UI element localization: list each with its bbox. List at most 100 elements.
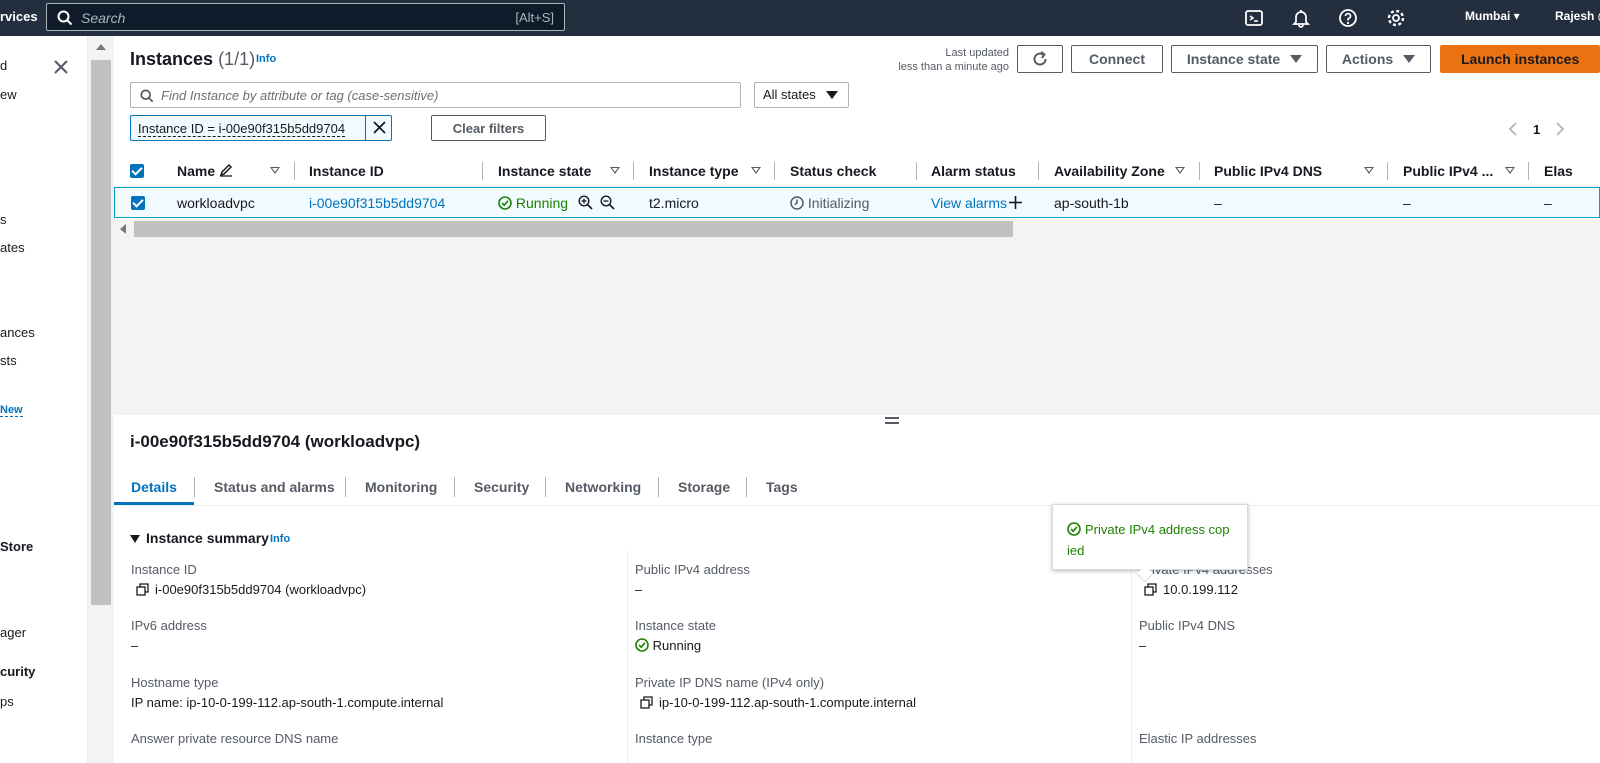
column-header-availability-zone[interactable]: Availability Zone bbox=[1054, 163, 1165, 179]
actions-button[interactable]: Actions bbox=[1326, 45, 1431, 73]
column-header-status-check[interactable]: Status check bbox=[790, 163, 876, 179]
last-updated: Last updated less than a minute ago bbox=[898, 47, 1009, 73]
search-icon bbox=[57, 10, 73, 26]
cell-availability-zone: ap-south-1b bbox=[1054, 195, 1129, 211]
chevron-down-icon bbox=[826, 91, 838, 99]
filter-token-label[interactable]: Instance ID = i-00e90f315b5dd9704 bbox=[138, 121, 346, 137]
split-pane-handle[interactable] bbox=[885, 417, 899, 427]
tab-security[interactable]: Security bbox=[474, 479, 529, 495]
instances-info-link[interactable]: Info bbox=[256, 53, 276, 65]
sort-icon[interactable] bbox=[1364, 167, 1374, 174]
instance-summary-toggle[interactable]: Instance summary bbox=[130, 530, 269, 546]
sidebar-section[interactable]: Store bbox=[0, 539, 33, 554]
page-number[interactable]: 1 bbox=[1533, 122, 1540, 137]
sort-icon[interactable] bbox=[1505, 167, 1515, 174]
cell-name: workloadvpc bbox=[177, 195, 255, 211]
sort-icon[interactable] bbox=[1175, 167, 1185, 174]
tab-tags[interactable]: Tags bbox=[766, 479, 798, 495]
scroll-up-icon[interactable] bbox=[96, 44, 106, 50]
vertical-scrollbar[interactable] bbox=[88, 36, 114, 763]
table-row[interactable]: workloadvpc i-00e90f315b5dd9704 Running … bbox=[114, 187, 1600, 218]
clear-filters-button[interactable]: Clear filters bbox=[431, 115, 546, 141]
field-value-private-dns: ip-10-0-199-112.ap-south-1.compute.inter… bbox=[640, 695, 916, 710]
sort-icon[interactable] bbox=[270, 167, 280, 174]
field-label: Instance type bbox=[635, 731, 713, 746]
table-header: Name Instance ID Instance state Instance… bbox=[114, 155, 1600, 187]
search-placeholder: Search bbox=[81, 10, 126, 26]
chevron-right-icon[interactable] bbox=[1554, 122, 1566, 136]
chevron-left-icon[interactable] bbox=[1507, 122, 1519, 136]
sidebar-item[interactable]: ates bbox=[0, 240, 25, 255]
sort-icon[interactable] bbox=[751, 167, 761, 174]
filter-token: Instance ID = i-00e90f315b5dd9704 bbox=[130, 115, 392, 141]
sidebar-item[interactable]: ager bbox=[0, 625, 26, 640]
scroll-left-icon[interactable] bbox=[120, 224, 126, 234]
horizontal-scrollbar[interactable] bbox=[114, 219, 1600, 239]
tab-networking[interactable]: Networking bbox=[565, 479, 641, 495]
column-header-public-dns[interactable]: Public IPv4 DNS bbox=[1214, 163, 1322, 179]
close-icon[interactable] bbox=[52, 58, 70, 76]
field-label: Public IPv4 address bbox=[635, 562, 750, 577]
scrollbar-thumb[interactable] bbox=[134, 221, 1013, 237]
sort-icon[interactable] bbox=[610, 167, 620, 174]
view-alarms-link[interactable]: View alarms bbox=[931, 195, 1007, 211]
user-menu[interactable]: Rajesh @ bbox=[1555, 9, 1600, 23]
column-header-alarm-status[interactable]: Alarm status bbox=[931, 163, 1016, 179]
column-header-instance-state[interactable]: Instance state bbox=[498, 163, 591, 179]
check-circle-icon bbox=[498, 196, 512, 210]
select-all-checkbox[interactable] bbox=[130, 164, 144, 178]
tab-monitoring[interactable]: Monitoring bbox=[365, 479, 437, 495]
row-checkbox[interactable] bbox=[131, 196, 145, 210]
instance-state-button[interactable]: Instance state bbox=[1171, 45, 1318, 73]
field-label: Instance state bbox=[635, 618, 716, 633]
remove-filter-button[interactable] bbox=[365, 116, 392, 140]
active-tab-indicator bbox=[114, 502, 194, 505]
cloudshell-icon[interactable] bbox=[1244, 8, 1264, 28]
sidebar-item[interactable]: ances bbox=[0, 325, 35, 340]
table-empty-area bbox=[114, 239, 1600, 415]
help-icon[interactable] bbox=[1338, 8, 1358, 28]
sidebar-item[interactable]: ps bbox=[0, 694, 14, 709]
sidebar-item[interactable]: d bbox=[0, 58, 7, 73]
zoom-out-icon[interactable] bbox=[600, 195, 615, 210]
refresh-button[interactable] bbox=[1017, 45, 1063, 73]
sidebar-section[interactable]: curity bbox=[0, 664, 35, 679]
column-header-public-ipv4[interactable]: Public IPv4 ... bbox=[1403, 163, 1493, 179]
chevron-down-icon bbox=[1403, 55, 1416, 63]
state-filter-select[interactable]: All states bbox=[754, 82, 849, 108]
instance-search-input[interactable]: Find Instance by attribute or tag (case-… bbox=[130, 82, 741, 108]
connect-button[interactable]: Connect bbox=[1071, 45, 1163, 73]
tab-status-and-alarms[interactable]: Status and alarms bbox=[214, 479, 335, 495]
field-label: Answer private resource DNS name bbox=[131, 731, 339, 746]
cell-instance-id-link[interactable]: i-00e90f315b5dd9704 bbox=[309, 195, 445, 211]
column-header-elastic-ip[interactable]: Elas bbox=[1544, 163, 1573, 179]
detail-tabs: Details Status and alarms Monitoring Sec… bbox=[114, 470, 1600, 506]
sidebar-new-badge[interactable]: New bbox=[0, 404, 23, 417]
launch-instances-button[interactable]: Launch instances bbox=[1440, 45, 1600, 73]
bell-icon[interactable] bbox=[1291, 8, 1311, 28]
copy-icon[interactable] bbox=[136, 583, 149, 596]
services-menu[interactable]: rvices bbox=[0, 9, 38, 24]
copy-icon[interactable] bbox=[1144, 583, 1157, 596]
cell-elastic-ip: – bbox=[1544, 195, 1552, 211]
close-icon bbox=[373, 121, 386, 134]
plus-icon[interactable] bbox=[1008, 195, 1023, 210]
cell-public-dns: – bbox=[1214, 195, 1222, 211]
tab-storage[interactable]: Storage bbox=[678, 479, 730, 495]
zoom-in-icon[interactable] bbox=[578, 195, 593, 210]
sidebar-item[interactable]: sts bbox=[0, 353, 17, 368]
sidebar-item[interactable]: s bbox=[0, 212, 7, 227]
global-search-input[interactable]: Search [Alt+S] bbox=[46, 3, 565, 31]
copy-icon[interactable] bbox=[640, 696, 653, 709]
cell-status-check: Initializing bbox=[790, 195, 869, 211]
summary-info-link[interactable]: Info bbox=[270, 533, 290, 545]
column-header-instance-type[interactable]: Instance type bbox=[649, 163, 738, 179]
region-selector[interactable]: Mumbai ▾ bbox=[1465, 9, 1520, 23]
sidebar-item[interactable]: ew bbox=[0, 87, 17, 102]
gear-icon[interactable] bbox=[1386, 8, 1406, 28]
scrollbar-thumb[interactable] bbox=[91, 60, 111, 605]
edit-icon bbox=[219, 163, 233, 177]
tab-details[interactable]: Details bbox=[131, 479, 177, 495]
column-header-instance-id[interactable]: Instance ID bbox=[309, 163, 384, 179]
column-header-name[interactable]: Name bbox=[177, 163, 233, 179]
